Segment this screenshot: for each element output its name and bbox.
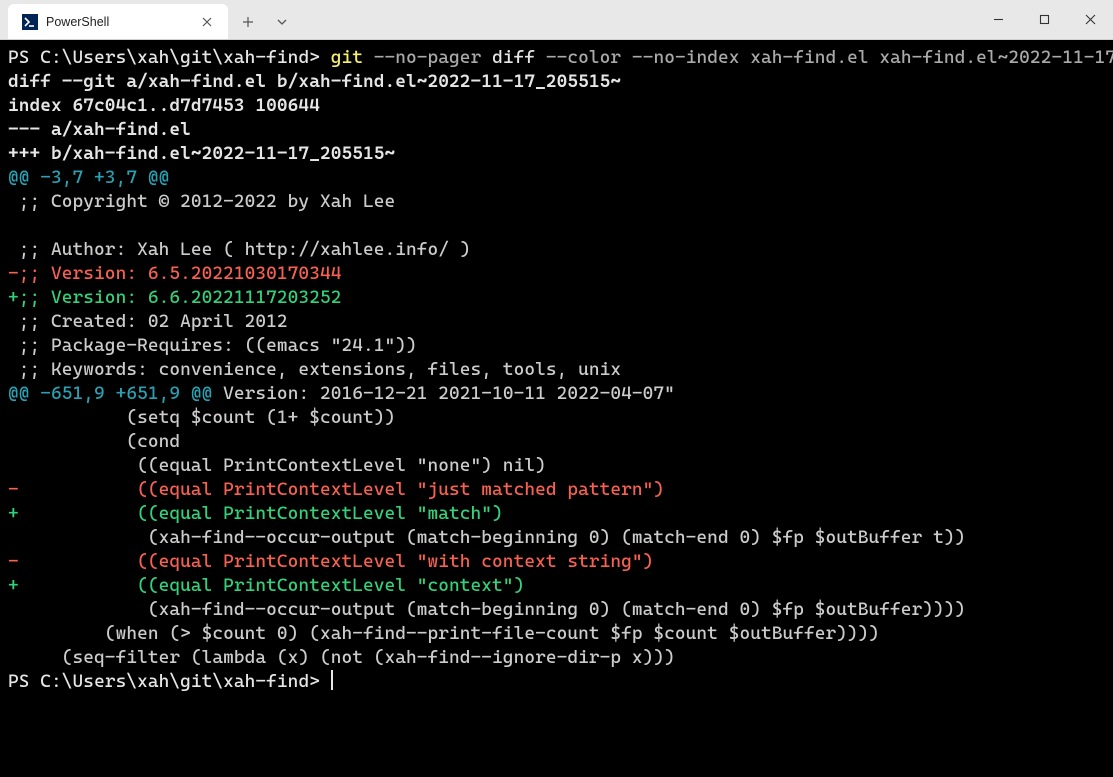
diff-hunk-2-trail: Version: 2016-12-21 2021-10-11 2022-04-0… [212, 383, 675, 404]
diff-line: ;; Package-Requires: ((emacs "24.1")) [8, 335, 417, 356]
close-icon[interactable] [198, 13, 216, 31]
new-tab-button[interactable] [232, 6, 264, 38]
diff-line: ((equal PrintContextLevel "none") nil) [8, 455, 546, 476]
tab-powershell[interactable]: PowerShell [8, 4, 228, 39]
diff-add: + ((equal PrintContextLevel "context") [8, 575, 524, 596]
diff-line: ;; Author: Xah Lee ( http://xahlee.info/… [8, 239, 471, 260]
diff-header-3: --- a/xah-find.el [8, 119, 191, 140]
diff-del: - ((equal PrintContextLevel "just matche… [8, 479, 664, 500]
cursor [331, 670, 333, 690]
diff-line: (when (> $count 0) (xah-find--print-file… [8, 623, 879, 644]
cmd-args-post: --color --no-index xah-find.el xah-find.… [535, 47, 1113, 68]
diff-header-4: +++ b/xah-find.el~2022-11-17_205515~ [8, 143, 395, 164]
cmd-args-pre: --no-pager [363, 47, 492, 68]
prompt-suffix: > [309, 47, 331, 68]
window-close-button[interactable] [1067, 0, 1113, 39]
cmd-sub: diff [492, 47, 535, 68]
minimize-button[interactable] [975, 0, 1021, 39]
prompt-suffix: > [309, 671, 331, 692]
powershell-icon [22, 14, 38, 30]
diff-add: +;; Version: 6.6.20221117203252 [8, 287, 341, 308]
window-controls [975, 0, 1113, 39]
diff-line: (seq-filter (lambda (x) (not (xah-find--… [8, 647, 675, 668]
diff-del: - ((equal PrintContextLevel "with contex… [8, 551, 653, 572]
cmd-git: git [331, 47, 363, 68]
titlebar-left: PowerShell [0, 0, 298, 39]
titlebar: PowerShell [0, 0, 1113, 40]
tab-controls [228, 4, 298, 39]
diff-line: (cond [8, 431, 180, 452]
diff-line: (setq $count (1+ $count)) [8, 407, 395, 428]
diff-line: (xah-find--occur-output (match-beginning… [8, 527, 965, 548]
diff-hunk-2: @@ -651,9 +651,9 @@ [8, 383, 212, 404]
prompt-prefix: PS [8, 47, 40, 68]
diff-header-1: diff --git a/xah-find.el b/xah-find.el~2… [8, 71, 621, 92]
tab-title: PowerShell [46, 15, 190, 29]
diff-line: ;; Copyright © 2012-2022 by Xah Lee [8, 191, 395, 212]
diff-header-2: index 67c04c1..d7d7453 100644 [8, 95, 320, 116]
diff-del: -;; Version: 6.5.20221030170344 [8, 263, 341, 284]
prompt-path: C:\Users\xah\git\xah-find [40, 671, 309, 692]
diff-add: + ((equal PrintContextLevel "match") [8, 503, 503, 524]
tab-dropdown-button[interactable] [266, 6, 298, 38]
diff-line: (xah-find--occur-output (match-beginning… [8, 599, 965, 620]
diff-line: ;; Keywords: convenience, extensions, fi… [8, 359, 621, 380]
diff-line: ;; Created: 02 April 2012 [8, 311, 288, 332]
prompt-prefix: PS [8, 671, 40, 692]
prompt-path: C:\Users\xah\git\xah-find [40, 47, 309, 68]
terminal[interactable]: PS C:\Users\xah\git\xah-find> git --no-p… [0, 40, 1113, 777]
maximize-button[interactable] [1021, 0, 1067, 39]
diff-hunk-1: @@ -3,7 +3,7 @@ [8, 167, 169, 188]
